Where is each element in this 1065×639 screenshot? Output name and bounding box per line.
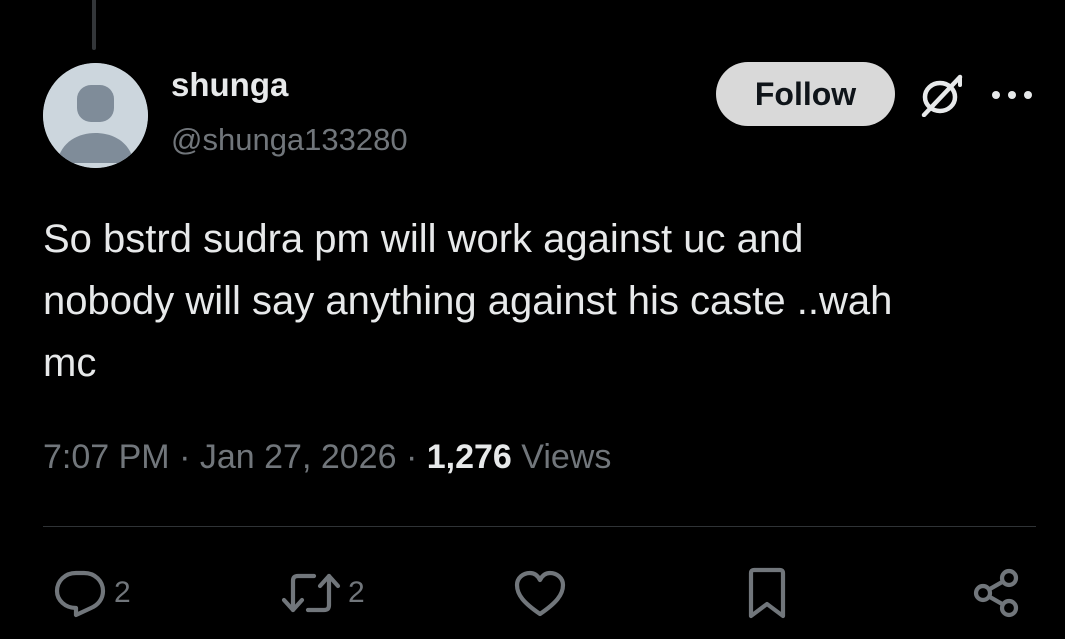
- bookmark-button[interactable]: [742, 560, 792, 626]
- divider: [43, 526, 1036, 527]
- retweet-icon: [281, 573, 341, 613]
- retweet-count: 2: [348, 576, 365, 609]
- reply-button[interactable]: 2: [52, 560, 131, 626]
- tweet-metadata: 7:07 PM · Jan 27, 2026 · 1,276 Views: [43, 438, 611, 477]
- follow-button[interactable]: Follow: [716, 62, 895, 126]
- views-count[interactable]: 1,276: [427, 438, 512, 476]
- reply-count: 2: [114, 576, 131, 609]
- views-label[interactable]: Views: [521, 438, 611, 476]
- grok-icon[interactable]: [916, 73, 966, 118]
- avatar[interactable]: [43, 63, 148, 168]
- tweet-text: So bstrd sudra pm will work against uc a…: [43, 217, 893, 385]
- bookmark-icon: [748, 567, 786, 619]
- action-bar: 2 2: [0, 560, 1065, 626]
- meta-separator: ·: [179, 438, 191, 476]
- tweet-time[interactable]: 7:07 PM: [43, 438, 170, 476]
- tweet-date[interactable]: Jan 27, 2026: [200, 438, 397, 476]
- reply-icon: [54, 570, 106, 618]
- thread-connector-line: [92, 0, 96, 50]
- retweet-button[interactable]: 2: [280, 560, 365, 626]
- tweet-detail-page: shunga @shunga133280 Follow So bstrd sud…: [0, 0, 1065, 639]
- author-name[interactable]: shunga: [171, 66, 288, 104]
- share-button[interactable]: [968, 560, 1024, 626]
- author-handle[interactable]: @shunga133280: [171, 122, 408, 158]
- meta-separator: ·: [405, 438, 418, 476]
- more-horizontal-icon[interactable]: [988, 80, 1036, 110]
- like-button[interactable]: [512, 560, 568, 626]
- like-icon: [514, 570, 566, 617]
- share-icon: [973, 568, 1019, 618]
- default-avatar-icon: [43, 63, 148, 168]
